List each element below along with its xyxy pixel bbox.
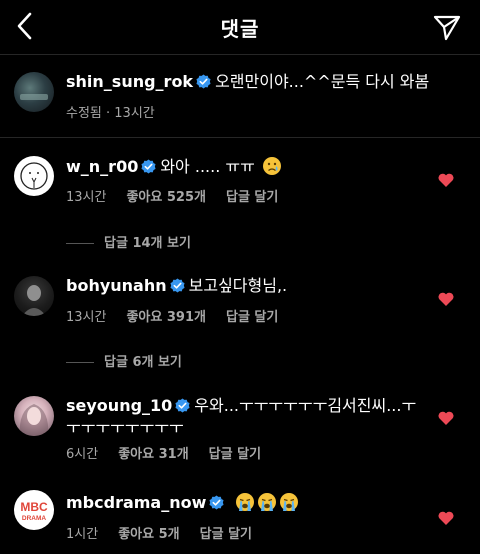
comment-time: 13시간 <box>66 310 107 325</box>
page-title: 댓글 <box>220 17 260 41</box>
comment-meta: 6시간 좋아요 31개 답글 달기 <box>66 443 281 462</box>
comment-line: seyoung_10 우와...ㅜㅜㅜㅜㅜㅜ김서진씨...ㅜ <box>66 396 416 416</box>
verified-badge-icon <box>175 398 190 413</box>
loudly-crying-face-icon <box>258 493 277 511</box>
comment-meta: 13시간 좋아요 391개 답글 달기 <box>66 306 298 325</box>
avatar-photo <box>22 285 46 316</box>
comment-line: w_n_r00 와아 ..... ㅠㅠ <box>66 156 282 177</box>
heart-icon[interactable] <box>438 173 454 187</box>
view-replies-button[interactable]: 답글 6개 보기 <box>66 351 182 370</box>
verified-badge-icon <box>170 278 185 293</box>
avatar[interactable] <box>14 276 54 316</box>
caption-divider <box>0 137 480 138</box>
header-bar: 댓글 <box>0 0 480 54</box>
crying-face-icon <box>262 157 281 175</box>
doodle-face-icon <box>20 162 48 190</box>
comment-time: 6시간 <box>66 447 99 462</box>
reply-button[interactable]: 답글 달기 <box>200 527 252 542</box>
heart-icon[interactable] <box>438 511 454 525</box>
comment-meta: 1시간 좋아요 5개 답글 달기 <box>66 523 272 542</box>
reply-button[interactable]: 답글 달기 <box>226 190 278 205</box>
caption-text: 오랜만이야...^^문득 다시 와봄 <box>215 72 430 91</box>
heart-icon[interactable] <box>438 292 454 306</box>
comment-likes[interactable]: 좋아요 5개 <box>118 527 179 542</box>
comment-line: mbcdrama_now <box>66 492 299 513</box>
avatar-photo <box>19 404 49 436</box>
replies-divider-line <box>66 362 94 363</box>
view-replies-button[interactable]: 답글 14개 보기 <box>66 232 191 251</box>
avatar[interactable] <box>14 396 54 436</box>
header-divider <box>0 54 480 55</box>
comment-username[interactable]: mbcdrama_now <box>66 493 206 512</box>
send-icon[interactable] <box>432 12 462 42</box>
comment-username[interactable]: w_n_r00 <box>66 157 138 176</box>
comment-username[interactable]: seyoung_10 <box>66 396 172 415</box>
comment-time: 1시간 <box>66 527 99 542</box>
view-replies-label: 답글 14개 보기 <box>104 236 191 251</box>
comment-text: 와아 ..... ㅠㅠ <box>160 157 255 176</box>
reply-button[interactable]: 답글 달기 <box>209 447 261 462</box>
caption-meta: 수정됨 · 13시간 <box>66 106 155 121</box>
comment-time: 13시간 <box>66 190 107 205</box>
loudly-crying-face-icon <box>236 493 255 511</box>
verified-badge-icon <box>209 495 224 510</box>
verified-badge-icon <box>141 159 156 174</box>
comment-text: 우와...ㅜㅜㅜㅜㅜㅜ김서진씨...ㅜ <box>194 396 417 415</box>
comment-text: 보고싶다형님,. <box>188 276 288 295</box>
caption-line: shin_sung_rok 오랜만이야...^^문득 다시 와봄 <box>66 72 429 92</box>
caption-username[interactable]: shin_sung_rok <box>66 72 193 91</box>
heart-icon[interactable] <box>438 411 454 425</box>
comment-meta: 13시간 좋아요 525개 답글 달기 <box>66 186 298 205</box>
replies-divider-line <box>66 243 94 244</box>
comment-text-continued: ㅜㅜㅜㅜㅜㅜㅜㅜ <box>66 418 184 437</box>
avatar[interactable] <box>14 156 54 196</box>
loudly-crying-face-icon <box>280 493 299 511</box>
svg-text:MBC: MBC <box>20 500 48 514</box>
mbc-drama-logo: MBC DRAMA <box>20 500 48 522</box>
comment-username[interactable]: bohyunahn <box>66 276 167 295</box>
reply-button[interactable]: 답글 달기 <box>226 310 278 325</box>
comment-likes[interactable]: 좋아요 31개 <box>118 447 188 462</box>
comment-likes[interactable]: 좋아요 391개 <box>126 310 206 325</box>
verified-badge-icon <box>196 74 211 89</box>
avatar[interactable]: MBC DRAMA <box>14 490 54 530</box>
avatar[interactable] <box>14 72 54 112</box>
view-replies-label: 답글 6개 보기 <box>104 355 182 370</box>
comment-likes[interactable]: 좋아요 525개 <box>126 190 206 205</box>
svg-text:DRAMA: DRAMA <box>22 515 46 522</box>
comment-line: bohyunahn 보고싶다형님,. <box>66 276 287 296</box>
